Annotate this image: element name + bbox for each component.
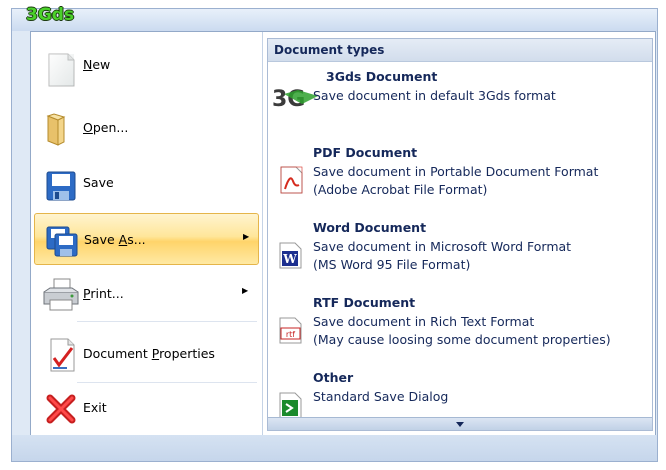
open-folder-icon xyxy=(46,113,66,146)
submenu-arrow-icon: ▶ xyxy=(243,232,250,241)
menu-item-open[interactable]: Open... xyxy=(34,102,259,154)
submenu-item-3gds[interactable]: 3Gds Document 3G Save document in defaul… xyxy=(268,69,652,149)
save-as-submenu: Document types 3Gds Document 3G Save doc… xyxy=(267,38,653,431)
submenu-item-pdf[interactable]: PDF Document Save document in Portable D… xyxy=(268,145,652,225)
svg-text:W: W xyxy=(282,252,297,266)
app-logo[interactable]: 3Gds xyxy=(26,5,74,25)
submenu-item-title: PDF Document xyxy=(313,145,418,160)
title-bar: 3Gds xyxy=(12,5,657,31)
submenu-item-title: 3Gds Document xyxy=(326,69,438,84)
application-window: 3Gds New Open... Save Save As... ▶ Print… xyxy=(11,5,658,462)
submenu-item-description: Save document in Portable Document Forma… xyxy=(313,164,599,197)
word-icon: W xyxy=(279,242,302,269)
save-as-icon xyxy=(46,226,78,257)
menu-item-document-properties[interactable]: Document Properties xyxy=(34,328,259,380)
menu-item-label: New xyxy=(83,57,111,72)
menu-item-new[interactable]: New xyxy=(34,43,259,95)
menu-item-label: Document Properties xyxy=(83,346,215,361)
menu-item-label: Print... xyxy=(83,286,124,301)
menu-item-exit[interactable]: Exit xyxy=(34,382,259,434)
submenu-item-other[interactable]: Other Standard Save Dialog xyxy=(268,370,652,418)
submenu-header: Document types xyxy=(268,39,652,62)
pdf-icon xyxy=(280,166,303,194)
submenu-item-title: Other xyxy=(313,370,354,385)
menu-item-label: Exit xyxy=(83,400,107,415)
submenu-scroll-down-button[interactable] xyxy=(268,417,652,430)
submenu-item-description: Save document in Microsoft Word Format (M… xyxy=(313,239,572,272)
status-bar xyxy=(12,435,657,461)
submenu-item-description: Save document in Rich Text Format (May ca… xyxy=(313,314,611,347)
save-floppy-icon xyxy=(46,171,76,201)
menu-item-save[interactable]: Save xyxy=(34,157,259,209)
rtf-icon: rtf xyxy=(279,317,302,344)
printer-icon xyxy=(43,278,79,311)
submenu-item-rtf[interactable]: RTF Document rtf Save document in Rich T… xyxy=(268,295,652,375)
exit-x-icon xyxy=(46,394,76,424)
scroll-down-arrow-icon xyxy=(456,421,464,427)
submenu-item-title: Word Document xyxy=(313,220,427,235)
svg-text:rtf: rtf xyxy=(286,330,295,339)
file-menu: New Open... Save Save As... ▶ Print... ▶… xyxy=(30,31,656,436)
file-menu-commands: New Open... Save Save As... ▶ Print... ▶… xyxy=(31,32,262,435)
submenu-item-description: Save document in default 3Gds format xyxy=(313,88,556,103)
menu-separator xyxy=(77,321,257,322)
menu-item-label: Save As... xyxy=(84,232,146,247)
new-document-icon xyxy=(48,53,75,87)
document-properties-icon xyxy=(50,338,75,372)
menu-item-print[interactable]: Print... ▶ xyxy=(34,268,259,320)
other-icon xyxy=(279,392,302,418)
submenu-item-description: Standard Save Dialog xyxy=(313,389,449,404)
menu-divider xyxy=(262,32,263,435)
submenu-arrow-icon: ▶ xyxy=(242,286,249,295)
submenu-item-title: RTF Document xyxy=(313,295,416,310)
menu-item-save-as[interactable]: Save As... ▶ xyxy=(34,213,259,265)
submenu-item-word[interactable]: Word Document W Save document in Microso… xyxy=(268,220,652,300)
menu-item-label: Save xyxy=(83,175,114,190)
menu-item-label: Open... xyxy=(83,120,129,135)
